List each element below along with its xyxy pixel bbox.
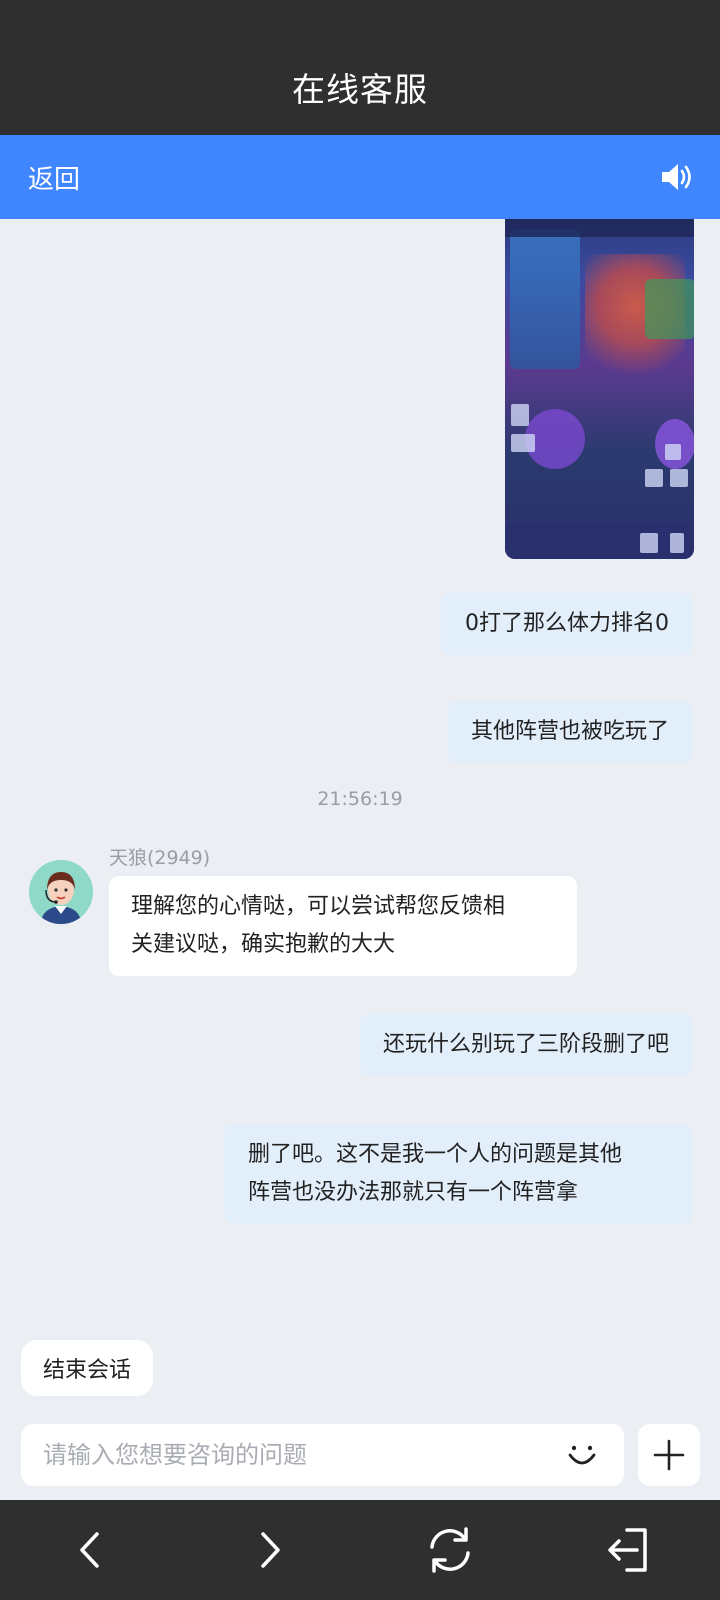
refresh-icon [430,1527,470,1573]
user-message-line: 删了吧。这不是我一个人的问题是其他 [248,1142,623,1167]
browser-bottom-nav [0,1500,720,1600]
agent-avatar [29,860,93,924]
agent-name: 天狼(2949) [109,847,211,869]
page-title: 在线客服 [292,70,428,109]
message-input[interactable] [43,1441,523,1469]
chevron-left-icon [80,1532,99,1568]
nav-forward-button[interactable] [240,1520,300,1580]
smile-icon[interactable] [562,1435,602,1475]
back-button[interactable]: 返回 [28,159,80,196]
user-message: 0打了那么体力排名0 [441,593,693,655]
message-timestamp: 21:56:19 [317,788,403,810]
agent-message: 理解您的心情哒，可以尝试帮您反馈相 关建议哒，确实抱歉的大大 [109,876,577,976]
exit-button[interactable] [600,1520,660,1580]
speaker-icon[interactable] [658,160,692,194]
nav-back-button[interactable] [60,1520,120,1580]
nav-bar: 返回 [0,135,720,219]
end-session-button[interactable]: 结束会话 [21,1340,154,1396]
plus-icon [653,1439,685,1471]
add-attachment-button[interactable] [638,1424,700,1486]
agent-message-line: 理解您的心情哒，可以尝试帮您反馈相 [131,894,506,919]
app-title-bar: 在线客服 [0,0,720,135]
agent-avatar-icon [29,860,93,924]
user-message: 还玩什么别玩了三阶段删了吧 [358,1014,693,1076]
user-message: 删了吧。这不是我一个人的问题是其他 阵营也没办法那就只有一个阵营拿 [224,1124,693,1224]
user-message: 其他阵营也被吃玩了 [446,701,693,763]
message-input-container [21,1424,624,1486]
agent-message-line: 关建议哒，确实抱歉的大大 [131,932,396,957]
chat-area[interactable]: 0打了那么体力排名0 其他阵营也被吃玩了 21:56:19 天狼(2949) 理… [0,219,720,1339]
exit-icon [608,1528,647,1572]
user-message-line: 阵营也没办法那就只有一个阵营拿 [248,1180,579,1205]
refresh-button[interactable] [420,1520,480,1580]
game-screenshot-image[interactable] [505,219,694,559]
chevron-right-icon [261,1532,280,1568]
